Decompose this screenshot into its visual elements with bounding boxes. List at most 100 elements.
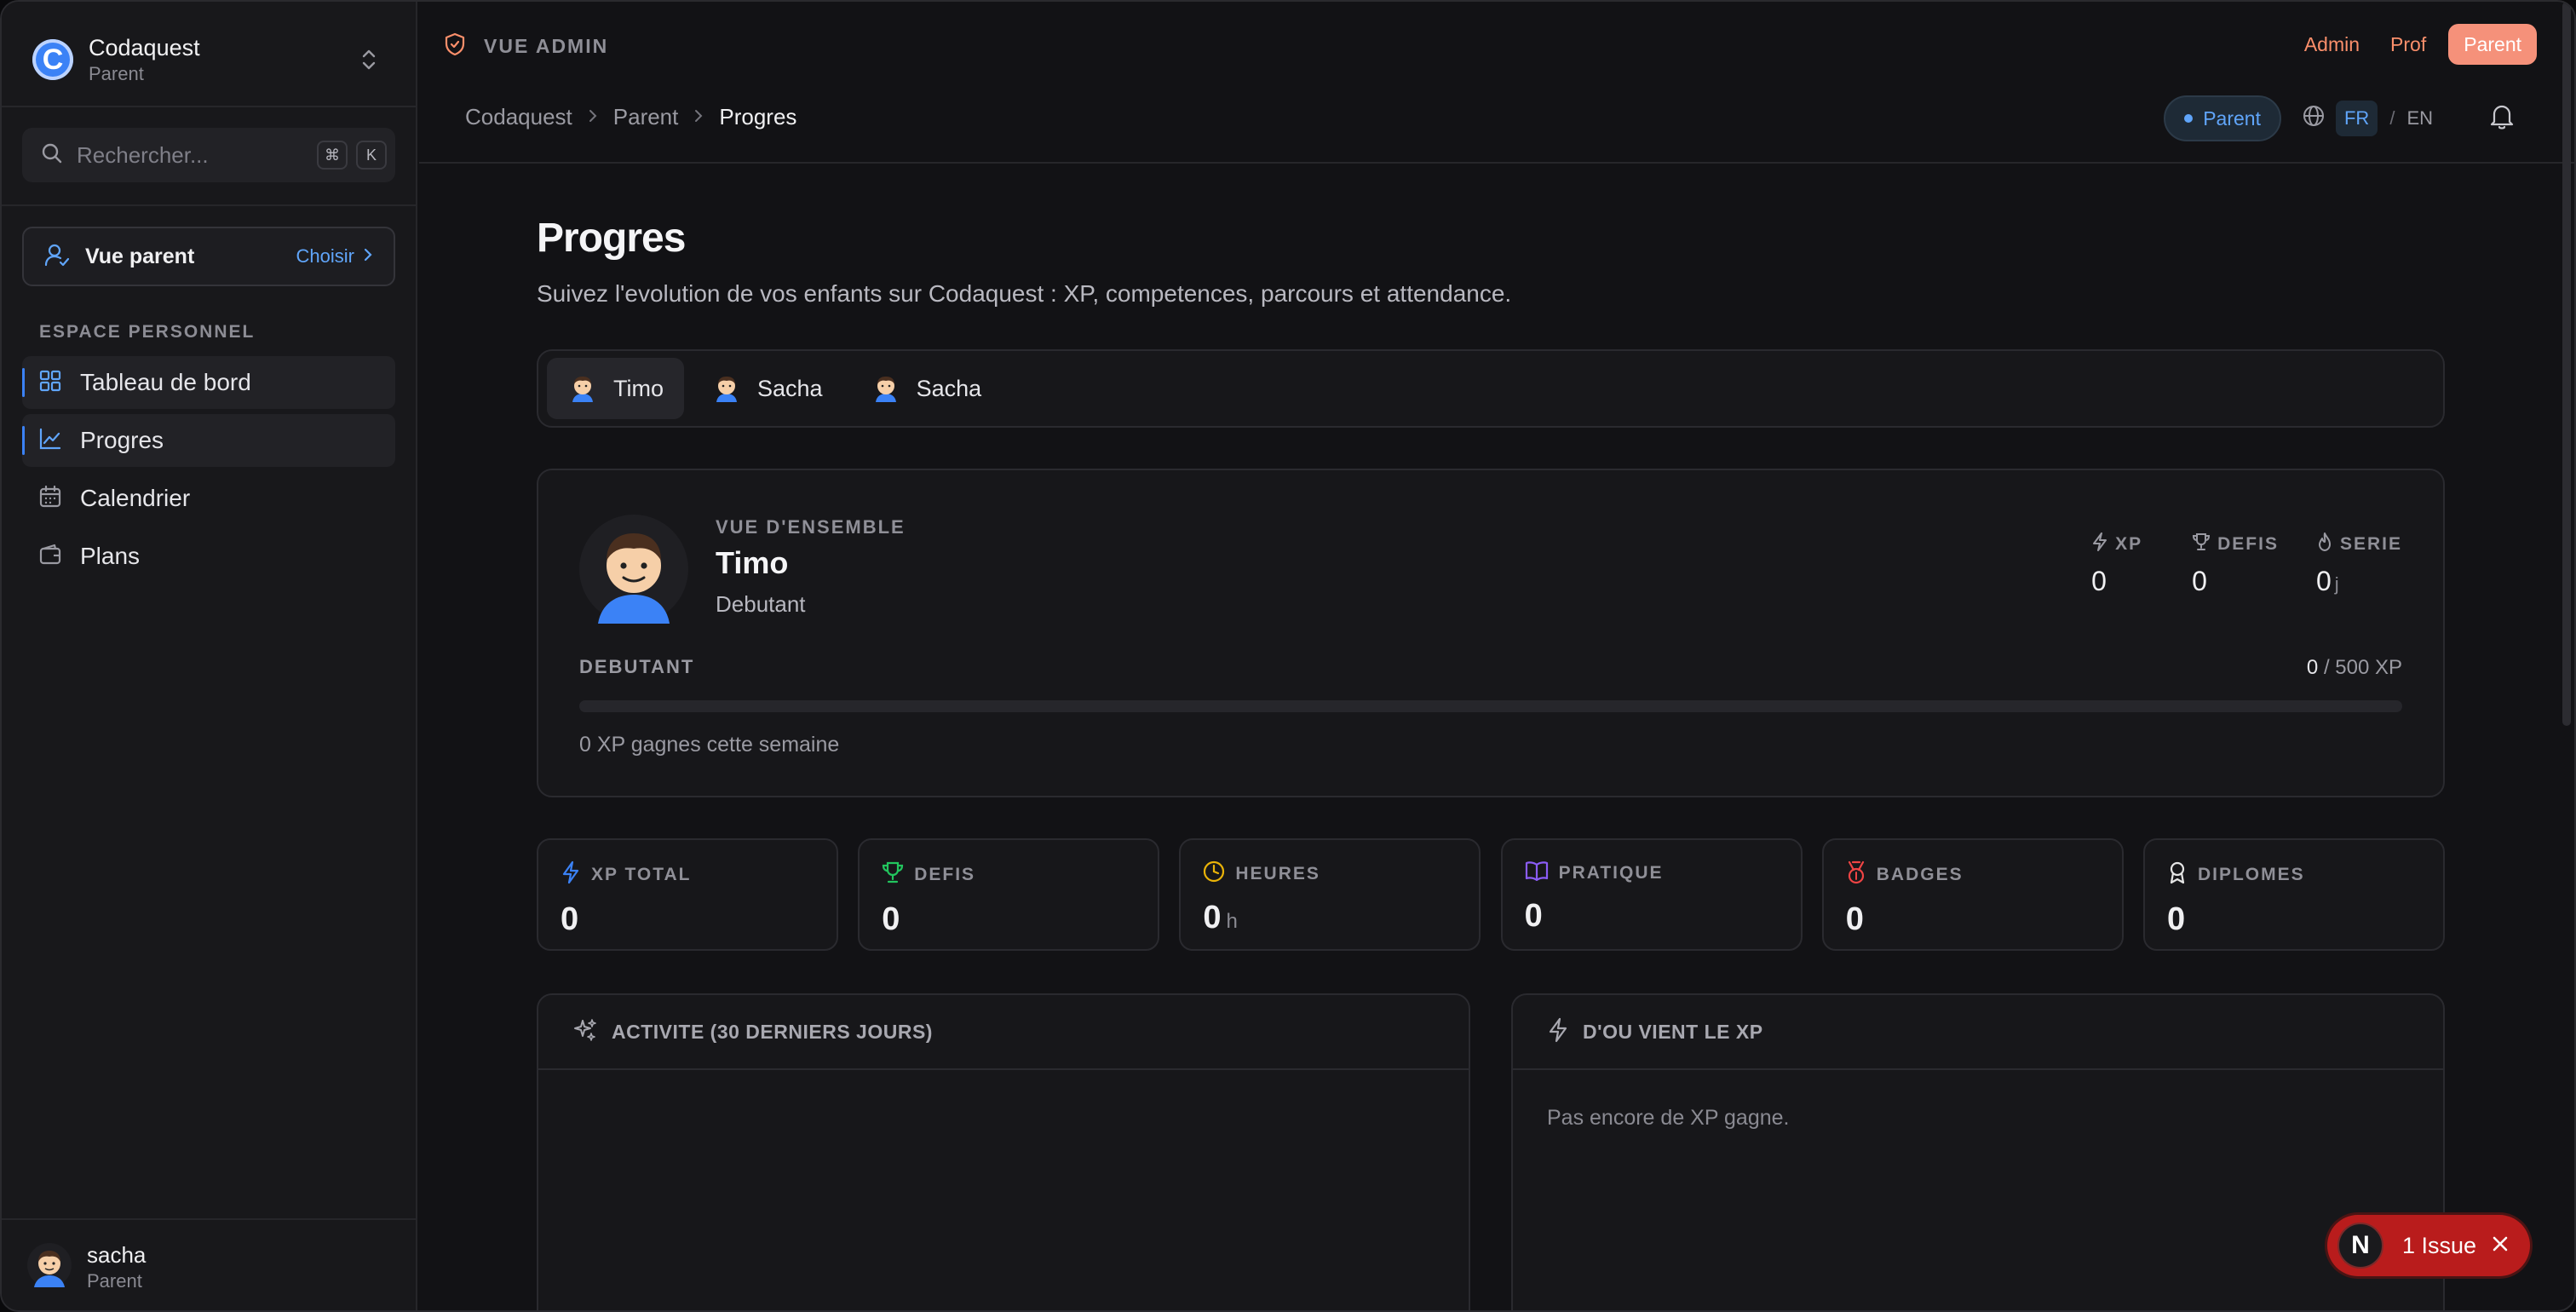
stat-card-value: 0 [882,901,900,937]
user-role: Parent [87,1269,142,1292]
shield-check-icon [445,32,465,60]
chart-line-icon [39,428,61,454]
xp-source-empty-text: Pas encore de XP gagne. [1547,1106,1790,1130]
language-switcher: FR / EN [2302,101,2433,136]
lang-en-button[interactable]: EN [2406,107,2433,129]
tab-child-sacha-2[interactable]: Sacha [850,358,1003,419]
stat-label: DEFIS [2217,534,2279,554]
avatar [27,1242,72,1292]
stat-card-label: DEFIS [914,865,976,884]
brand-subtitle: Parent [89,62,144,84]
stat-card-label: BADGES [1876,865,1964,884]
clock-icon [1203,860,1235,888]
stat-unit: j [2334,573,2339,595]
activity-panel-title: ACTIVITE (30 DERNIERS JOURS) [612,1020,933,1043]
chevron-right-icon [588,106,598,129]
sidebar-nav: Tableau de bord Progres Calendrier Plans [22,356,395,588]
bell-icon[interactable] [2489,103,2515,135]
flame-icon [2316,532,2340,557]
role-prof-button[interactable]: Prof [2375,24,2441,65]
tab-child-sacha[interactable]: Sacha [691,358,843,419]
tab-child-timo[interactable]: Timo [547,358,684,419]
progress-level-label: DEBUTANT [579,656,695,677]
sparkles-icon [572,1017,598,1047]
stat-card-pratique: PRATIQUE 0 [1500,838,1803,951]
avatar [579,515,688,624]
breadcrumb-item[interactable]: Codaquest [465,104,572,130]
user-name: sacha [87,1241,147,1268]
globe-icon [2302,104,2326,133]
overview-card: VUE D'ENSEMBLE Timo Debutant XP 0 DEFIS [537,469,2445,797]
activity-panel: ACTIVITE (30 DERNIERS JOURS) [537,993,1470,1310]
issues-count: 1 Issue [2402,1232,2477,1258]
workspace-switcher[interactable]: C Codaquest Parent [32,34,200,85]
app-window: C Codaquest Parent Rechercher... ⌘ K Vue… [0,0,2576,1312]
stat-card-value: 0 [1203,900,1222,935]
user-check-icon [44,242,70,272]
sidebar-item-calendrier[interactable]: Calendrier [22,472,395,525]
sidebar-item-label: Progres [80,427,164,453]
brand-logo: C [32,39,73,80]
xp-progress-bar [579,700,2402,712]
admin-view-label: VUE ADMIN [445,32,608,60]
lightning-icon [1547,1017,1569,1047]
sidebar-item-plans[interactable]: Plans [22,530,395,583]
header-tools: Parent FR / EN [2164,95,2515,141]
sidebar-item-progres[interactable]: Progres [22,414,395,467]
role-switcher: Admin Prof Parent [2289,24,2537,65]
trophy-icon [882,860,914,889]
main-content: Progres Suivez l'evolution de vos enfant… [537,215,2445,1310]
search-input[interactable]: Rechercher... ⌘ K [22,128,395,182]
medal-icon [1846,860,1877,889]
lang-fr-button[interactable]: FR [2335,101,2378,136]
stat-defis: DEFIS 0 [2192,532,2279,597]
stat-xp: XP 0 [2091,532,2154,597]
stat-card-label: HEURES [1235,864,1320,883]
stat-card-heures: HEURES 0h [1179,838,1481,951]
shortcut-key-k: K [356,141,387,170]
stat-label: SERIE [2339,534,2402,554]
choose-child-link[interactable]: Choisir [296,245,354,268]
calendar-icon [39,485,61,512]
breadcrumb-item[interactable]: Parent [613,104,679,130]
scrollbar[interactable] [2562,2,2571,726]
issues-badge[interactable]: N 1 Issue [2327,1215,2530,1276]
role-parent-button[interactable]: Parent [2448,24,2537,65]
sidebar-item-label: Plans [80,543,141,569]
sidebar: C Codaquest Parent Rechercher... ⌘ K Vue… [2,2,417,1310]
sidebar-item-dashboard[interactable]: Tableau de bord [22,356,395,409]
role-admin-button[interactable]: Admin [2289,24,2375,65]
child-avatar-icon [871,371,901,406]
tab-label: Sacha [916,375,982,401]
status-dot-icon [2184,114,2194,123]
award-icon [2167,860,2198,889]
child-avatar-icon [711,371,742,406]
stat-serie: SERIE 0j [2316,532,2402,597]
lightning-icon [2091,532,2115,557]
search-placeholder: Rechercher... [77,141,209,168]
close-icon[interactable] [2491,1231,2510,1260]
brand-name: Codaquest [89,34,200,60]
divider [2,204,416,206]
sidebar-item-label: Calendrier [80,485,191,511]
stat-card-xp-total: XP TOTAL 0 [537,838,838,951]
stat-value: 0 [2192,566,2207,596]
book-open-icon [1525,860,1559,886]
wallet-icon [39,544,61,570]
stat-card-label: DIPLOMES [2197,865,2305,884]
page-title: Progres [537,216,686,261]
role-badge: Parent [2164,95,2281,141]
stat-card-label: XP TOTAL [591,865,692,884]
overview-kicker: VUE D'ENSEMBLE [716,516,906,538]
stat-card-diplomes: DIPLOMES 0 [2142,838,2445,951]
stat-card-label: PRATIQUE [1558,863,1664,883]
breadcrumb-current: Progres [719,104,797,129]
parent-view-selector[interactable]: Vue parent Choisir [22,227,395,286]
stat-label: XP [2115,534,2143,554]
progress-current: 0 [2306,656,2319,679]
lightning-icon [561,860,591,889]
chevron-up-down-icon[interactable] [359,48,378,72]
xp-source-panel-title: D'OU VIENT LE XP [1583,1020,1763,1043]
user-menu[interactable]: sacha Parent [2,1218,416,1310]
child-name: Timo [716,545,789,580]
